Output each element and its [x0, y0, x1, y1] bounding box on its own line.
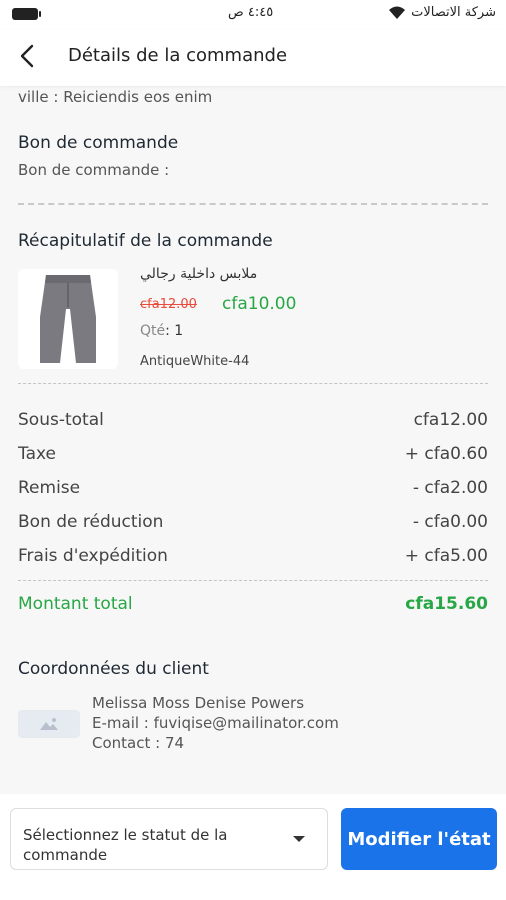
app-header: Détails de la commande [0, 30, 506, 86]
shipping-value: + cfa5.00 [404, 546, 488, 566]
section-divider [18, 580, 488, 581]
total-label: Montant total [18, 594, 133, 614]
status-bar: ٤:٤٥ ص شركة الاتصالات [0, 0, 506, 30]
total-value: cfa15.60 [405, 594, 488, 614]
pants-image [40, 275, 96, 363]
discount-label: Remise [18, 478, 81, 498]
coupon-label: Bon de réduction [18, 512, 164, 532]
section-divider [18, 203, 488, 205]
status-select[interactable]: Sélectionnez le statut de la commande [10, 808, 328, 870]
tax-value: + cfa0.60 [404, 444, 488, 464]
status-select-placeholder: Sélectionnez le statut de la commande [23, 826, 228, 864]
dropdown-arrow-icon [293, 836, 305, 842]
purchase-order-line: Bon de commande : [18, 161, 170, 179]
customer-contact: Contact : 74 [92, 734, 185, 752]
product-quantity: Qté: 1 [140, 323, 183, 339]
product-new-price: cfa10.00 [222, 294, 297, 314]
battery-icon [12, 8, 41, 20]
product-variant: AntiqueWhite-44 [140, 354, 250, 369]
quantity-value: : 1 [165, 323, 184, 339]
wifi-icon [389, 6, 405, 19]
purchase-order-heading: Bon de commande [18, 133, 179, 153]
coupon-value: - cfa0.00 [412, 512, 488, 532]
status-time: ٤:٤٥ ص [228, 5, 274, 20]
product-old-price: cfa12.00 [140, 297, 197, 312]
order-summary-heading: Récapitulatif de la commande [18, 231, 273, 251]
bottom-action-bar: Sélectionnez le statut de la commande Mo… [0, 794, 506, 900]
tax-label: Taxe [18, 444, 56, 464]
update-status-button[interactable]: Modifier l'état [341, 808, 497, 870]
address-city: ville : Reiciendis eos enim [18, 88, 213, 106]
order-details-content[interactable]: ville : Reiciendis eos enim Bon de comma… [0, 86, 506, 794]
carrier-name: شركة الاتصالات [411, 5, 496, 20]
subtotal-label: Sous-total [18, 410, 104, 430]
page-title: Détails de la commande [68, 45, 288, 66]
customer-email: E-mail : fuviqise@mailinator.com [92, 714, 339, 732]
discount-value: - cfa2.00 [412, 478, 488, 498]
section-divider [18, 383, 488, 384]
product-image [18, 269, 118, 369]
product-name: ملابس داخلية رجالي [140, 266, 258, 282]
image-placeholder-icon [40, 718, 58, 730]
customer-heading: Coordonnées du client [18, 659, 209, 679]
customer-name: Melissa Moss Denise Powers [92, 694, 305, 712]
avatar [18, 710, 80, 738]
quantity-label: Qté [140, 323, 166, 339]
shipping-label: Frais d'expédition [18, 546, 168, 566]
back-arrow-icon[interactable] [14, 42, 42, 70]
subtotal-value: cfa12.00 [413, 410, 488, 430]
